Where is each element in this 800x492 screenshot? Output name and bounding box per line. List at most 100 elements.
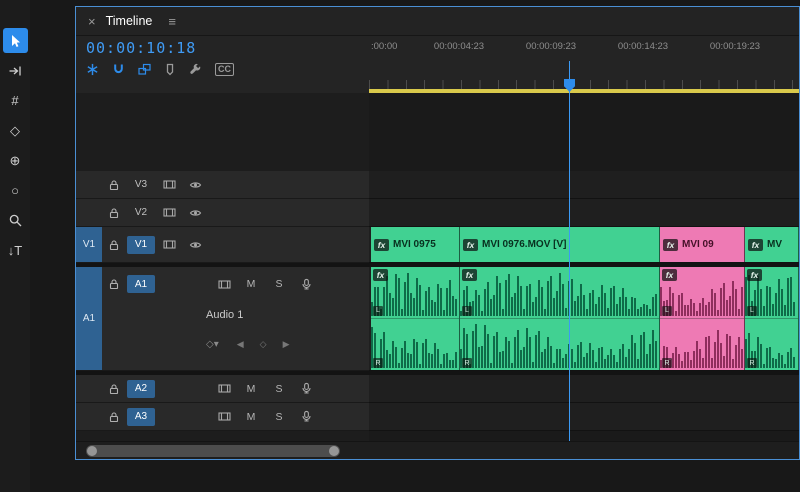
nest-toggle-icon[interactable] [86, 63, 99, 76]
add-keyframe-button[interactable]: ◇ [260, 339, 267, 350]
track-lock-icon[interactable] [102, 278, 126, 290]
fx-badge-icon[interactable]: fx [747, 269, 762, 281]
next-keyframe-button[interactable]: ▶ [283, 339, 290, 350]
zoom-tool[interactable] [3, 208, 28, 233]
track-lane-a1[interactable]: fx L R fx L R fx L R fx L R [369, 267, 799, 371]
track-lock-icon[interactable] [102, 171, 126, 198]
magnifier-icon [9, 214, 21, 227]
panel-tab-timeline[interactable]: Timeline [106, 14, 153, 28]
mute-button[interactable]: M [237, 278, 265, 290]
ruler-label: 00:00:09:23 [525, 41, 577, 52]
selection-tool[interactable] [2, 28, 28, 53]
voiceover-record-mic-icon[interactable] [293, 375, 319, 402]
scrollbar-handle-left[interactable] [87, 446, 97, 456]
track-lock-icon[interactable] [102, 375, 126, 402]
fx-badge-icon[interactable]: fx [748, 238, 763, 251]
pen-tool[interactable]: ◇ [3, 118, 28, 143]
slip-tool[interactable]: ⊕ [3, 148, 28, 173]
audio-channel: L [460, 267, 659, 319]
track-lane-v2[interactable] [369, 199, 799, 227]
voiceover-record-mic-icon[interactable] [293, 278, 319, 291]
audio-clip[interactable]: fx L R [460, 267, 660, 370]
track-lock-icon[interactable] [102, 403, 126, 430]
video-clip[interactable]: fx MVI 0976.MOV [V] [460, 227, 660, 262]
track-lock-icon[interactable] [102, 227, 126, 262]
time-ruler[interactable]: :00:00 00:00:04:23 00:00:09:23 00:00:14:… [369, 35, 799, 93]
source-patch-a2[interactable] [76, 375, 102, 402]
sync-lock-icon[interactable] [156, 227, 182, 262]
source-patch-v2[interactable] [76, 199, 102, 226]
fx-badge-icon[interactable]: fx [373, 269, 388, 281]
panel-header: × Timeline ≡ [76, 7, 799, 36]
solo-button[interactable]: S [265, 375, 293, 402]
sync-lock-icon[interactable] [156, 171, 182, 198]
solo-button[interactable]: S [265, 403, 293, 430]
audio-clip[interactable]: fx L R [660, 267, 745, 370]
source-patch-v1[interactable]: V1 [76, 227, 102, 262]
track-output-eye-icon[interactable] [182, 227, 208, 262]
ellipse-icon: ○ [11, 183, 19, 198]
sync-lock-icon[interactable] [211, 375, 237, 402]
channel-label: R [373, 358, 383, 368]
track-header-v2: V2 [76, 199, 369, 227]
track-label-v2[interactable]: V2 [127, 204, 155, 222]
panel-menu-icon[interactable]: ≡ [168, 14, 176, 29]
audio-channel: R [460, 319, 659, 371]
prev-keyframe-button[interactable]: ◀ [237, 339, 244, 350]
track-lane-a3[interactable] [369, 403, 799, 431]
fx-badge-icon[interactable]: fx [463, 238, 478, 251]
sync-lock-icon[interactable] [211, 279, 237, 290]
track-lane-v3[interactable] [369, 171, 799, 199]
type-tool[interactable]: ↓T [3, 238, 28, 263]
track-output-eye-icon[interactable] [182, 171, 208, 198]
track-label-a3[interactable]: A3 [127, 407, 155, 426]
add-marker-icon[interactable] [164, 63, 176, 76]
playhead-timecode[interactable]: 00:00:10:18 [86, 39, 369, 57]
track-lane-v1[interactable]: fx MVI 0975 fx MVI 0976.MOV [V] fx MVI 0… [369, 227, 799, 263]
ripple-edit-icon: # [11, 93, 19, 108]
source-patch-a1[interactable]: A1 [76, 267, 102, 370]
track-output-eye-icon[interactable] [182, 199, 208, 226]
track-label-a1[interactable]: A1 [127, 275, 155, 293]
ellipse-tool[interactable]: ○ [3, 178, 28, 203]
source-patch-a3[interactable] [76, 403, 102, 430]
sync-lock-icon[interactable] [156, 199, 182, 226]
close-icon[interactable]: × [88, 14, 96, 29]
linked-selection-icon[interactable] [138, 63, 151, 76]
snap-icon[interactable] [112, 63, 125, 76]
audio-clip[interactable]: fx L R [745, 267, 799, 370]
track-lane-a2[interactable] [369, 375, 799, 403]
mute-button[interactable]: M [237, 375, 265, 402]
clip-name: MVI 09 [682, 239, 714, 250]
track-label-v3[interactable]: V3 [127, 176, 155, 194]
fx-badge-icon[interactable]: fx [663, 238, 678, 251]
sync-lock-icon[interactable] [211, 403, 237, 430]
track-header-a2: A2 M S [76, 375, 369, 403]
fx-badge-icon[interactable]: fx [462, 269, 477, 281]
solo-button[interactable]: S [265, 278, 293, 290]
timeline-settings-wrench-icon[interactable] [189, 63, 202, 76]
track-lock-icon[interactable] [102, 199, 126, 226]
ruler-label: 00:00:14:23 [617, 41, 669, 52]
fx-badge-icon[interactable]: fx [374, 238, 389, 251]
fx-badge-icon[interactable]: fx [662, 269, 677, 281]
video-clip[interactable]: fx MVI 09 [660, 227, 745, 262]
ripple-edit-tool[interactable]: # [3, 88, 28, 113]
track-label-v1[interactable]: V1 [127, 235, 155, 254]
video-clip[interactable]: fx MVI 0975 [371, 227, 460, 262]
horizontal-scrollbar[interactable] [76, 441, 799, 459]
voiceover-record-mic-icon[interactable] [293, 403, 319, 430]
video-clip[interactable]: fx MV [745, 227, 799, 262]
source-patch-v3[interactable] [76, 171, 102, 198]
track-select-tool[interactable] [3, 58, 28, 83]
track-label-a2[interactable]: A2 [127, 379, 155, 398]
captions-icon[interactable]: CC [215, 63, 234, 76]
scrollbar-handle-right[interactable] [329, 446, 339, 456]
audio-clip[interactable]: fx L R [371, 267, 460, 370]
audio-waveform [460, 321, 659, 368]
keyframe-pen-icon[interactable]: ◇▾ [206, 339, 219, 350]
scrollbar-thumb[interactable] [86, 445, 340, 457]
track-name-audio1[interactable]: Audio 1 [206, 309, 243, 321]
mute-button[interactable]: M [237, 403, 265, 430]
cursor-arrow-icon [12, 34, 20, 47]
